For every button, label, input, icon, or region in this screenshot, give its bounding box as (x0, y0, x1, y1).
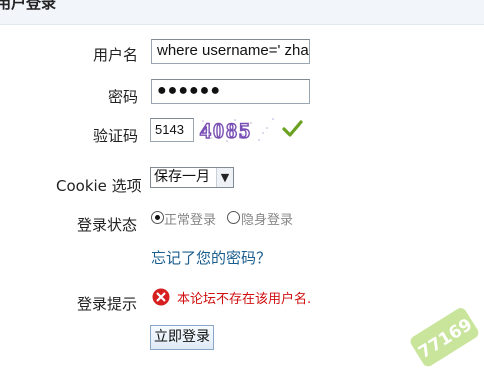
error-x-icon (152, 288, 170, 306)
password-label: 密码 (108, 88, 139, 106)
captcha-input[interactable]: 5143 (150, 118, 194, 142)
captcha-image[interactable]: 4085 (197, 116, 277, 144)
captcha-label: 验证码 (93, 127, 139, 145)
login-hint-label: 登录提示 (77, 295, 138, 313)
radio-selected-dot (155, 215, 160, 220)
radio-normal-label[interactable]: 正常登录 (164, 209, 216, 228)
check-icon (282, 120, 303, 137)
site-watermark-logo: 77169 (410, 308, 479, 367)
panel-title: 用户登录 (0, 0, 57, 12)
panel-header: 用户登录 (0, 0, 484, 25)
cookie-label: Cookie 选项 (56, 177, 142, 195)
radio-invisible-label[interactable]: 隐身登录 (241, 209, 293, 228)
username-input[interactable]: where username=' zhan (151, 39, 310, 64)
username-label: 用户名 (93, 46, 139, 64)
login-status-label: 登录状态 (77, 216, 138, 234)
radio-normal-login[interactable] (151, 211, 164, 224)
cookie-select-value: 保存一月 (154, 169, 210, 185)
forgot-password-link[interactable]: 忘记了您的密码？ (151, 247, 271, 268)
login-submit-button[interactable]: 立即登录 (150, 325, 214, 350)
chevron-down-icon: ▼ (216, 168, 233, 187)
password-input[interactable]: ●●●●●● (151, 79, 310, 104)
radio-invisible-login[interactable] (227, 211, 240, 224)
cookie-select[interactable]: 保存一月 ▼ (150, 167, 234, 188)
captcha-text: 4085 (200, 118, 252, 143)
login-hint-message: 本论坛不存在该用户名. (177, 292, 312, 307)
